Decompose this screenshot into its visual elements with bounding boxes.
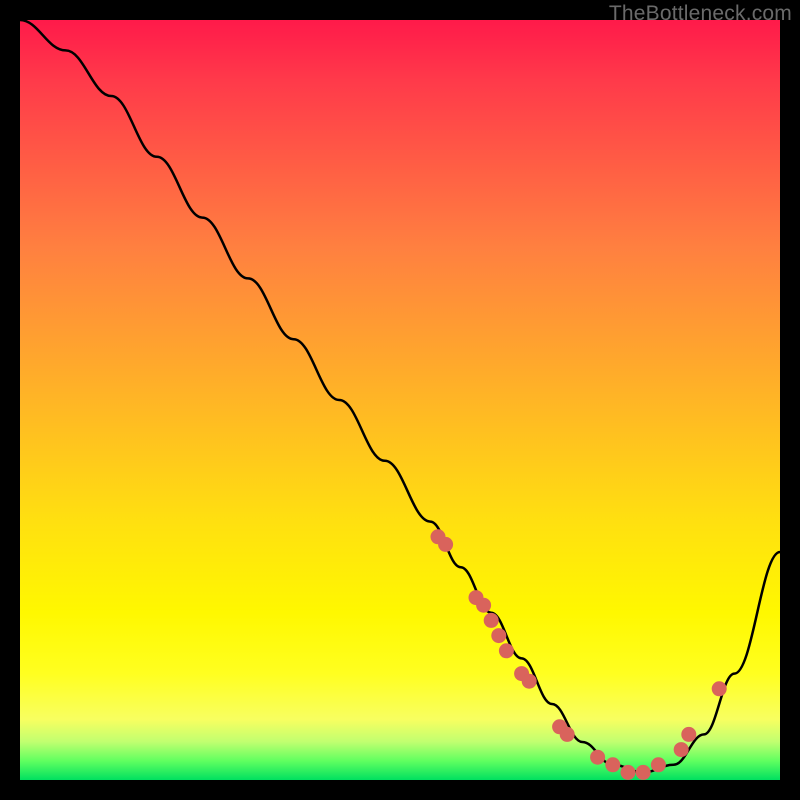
data-point xyxy=(484,613,499,628)
data-points xyxy=(431,529,727,780)
data-point xyxy=(560,727,575,742)
data-point xyxy=(651,757,666,772)
chart-svg xyxy=(20,20,780,780)
bottleneck-curve xyxy=(20,20,780,772)
data-point xyxy=(476,598,491,613)
data-point xyxy=(499,643,514,658)
data-point xyxy=(621,765,636,780)
chart-frame: TheBottleneck.com xyxy=(0,0,800,800)
data-point xyxy=(636,765,651,780)
data-point xyxy=(522,674,537,689)
data-point xyxy=(681,727,696,742)
data-point xyxy=(491,628,506,643)
data-point xyxy=(438,537,453,552)
data-point xyxy=(674,742,689,757)
watermark-text: TheBottleneck.com xyxy=(609,2,792,26)
plot-area xyxy=(20,20,780,780)
data-point xyxy=(590,750,605,765)
data-point xyxy=(605,757,620,772)
data-point xyxy=(712,681,727,696)
